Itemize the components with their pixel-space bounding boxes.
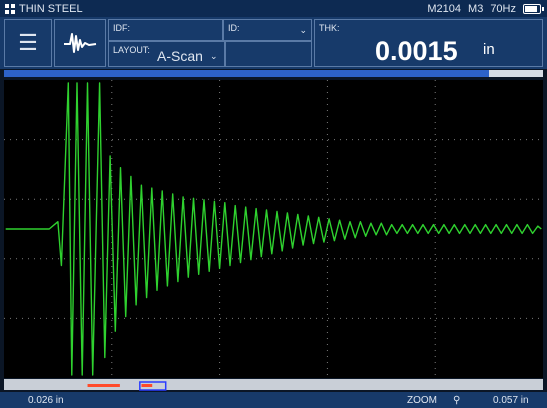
battery-icon [523, 3, 544, 14]
idf-field[interactable]: IDF: [108, 19, 223, 41]
hamburger-menu-icon: ☰ [18, 30, 38, 55]
model-label: M2104 [427, 2, 462, 15]
ascan-chart [4, 80, 543, 378]
magnifier-icon[interactable]: ⚲ [453, 395, 460, 406]
menu-button[interactable]: ☰ [4, 19, 52, 67]
footer-bar: 0.026 in ZOOM ⚲ 0.057 in [0, 392, 547, 408]
idf-label: IDF: [113, 23, 130, 33]
progress-fill [4, 70, 490, 77]
layout-value: A-Scan [157, 48, 203, 64]
thickness-readout: THK: 0.0015 in [314, 19, 543, 67]
ascan-plot[interactable] [4, 80, 543, 378]
mode-label: M3 [468, 2, 484, 15]
gate-bar[interactable] [4, 379, 543, 391]
range-start-label: 0.026 in [28, 395, 64, 406]
status-bar: THIN STEEL M2104 M3 70Hz [0, 0, 547, 17]
thk-label: THK: [319, 23, 340, 33]
chevron-down-icon: ⌄ [299, 25, 307, 35]
layout-label: LAYOUT: [113, 45, 150, 55]
progress-bar [4, 70, 543, 77]
gate-2[interactable] [141, 384, 153, 387]
thickness-value: 0.0015 [375, 36, 458, 66]
app-title: THIN STEEL [19, 2, 83, 15]
waveform-icon [64, 33, 97, 53]
gate-track [87, 381, 167, 391]
waveform-button[interactable] [54, 19, 106, 67]
range-end-label: 0.057 in [493, 395, 529, 406]
header-panel: ☰ IDF: ID: ⌄ LAYOUT: A-Scan ⌄ THK: 0.001… [0, 17, 547, 69]
grid-icon [5, 3, 15, 14]
layout-selector[interactable]: LAYOUT: A-Scan ⌄ [108, 41, 225, 67]
chevron-down-icon: ⌄ [210, 51, 218, 61]
thickness-unit: in [483, 41, 495, 58]
id-label: ID: [228, 23, 240, 33]
waveform-series-1 [5, 82, 542, 376]
rate-label: 70Hz [490, 2, 516, 15]
id-field[interactable]: ID: ⌄ [223, 19, 312, 41]
gate-1[interactable] [87, 384, 120, 387]
empty-field [225, 41, 312, 67]
zoom-label[interactable]: ZOOM [407, 395, 437, 406]
